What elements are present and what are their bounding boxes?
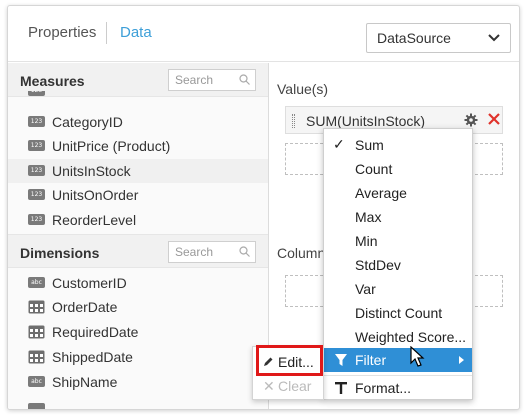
menu-item-label: Count — [355, 161, 393, 177]
fields-list: Measures Search 123 123 CategoryID 123 U… — [8, 63, 268, 409]
number-type-icon: 123 — [28, 189, 45, 200]
measure-item-unitsinstock[interactable]: 123 UnitsInStock — [8, 159, 268, 183]
text-field-icon — [28, 403, 45, 409]
menu-item-max[interactable]: Max — [324, 205, 472, 229]
highlight-annotation — [256, 345, 323, 376]
calendar-icon — [28, 300, 45, 314]
delete-icon[interactable] — [487, 112, 501, 126]
menu-item-average[interactable]: Average — [324, 181, 472, 205]
calendar-icon — [28, 325, 45, 339]
number-type-icon: 123 — [28, 214, 45, 225]
close-icon: ✕ — [263, 378, 275, 394]
tab-data[interactable]: Data — [120, 24, 152, 41]
mouse-cursor-icon — [410, 346, 425, 367]
menu-item-label: Average — [355, 185, 407, 201]
menu-item-label: Max — [355, 209, 382, 225]
field-label: ReorderLevel — [52, 212, 137, 228]
field-label: OrderDate — [52, 299, 118, 315]
filter-clear-button[interactable]: ✕ Clear — [258, 375, 320, 397]
menu-item-label: Format... — [355, 380, 412, 396]
dimension-item-orderdate[interactable]: OrderDate — [8, 295, 268, 319]
number-type-icon: 123 — [28, 91, 45, 96]
field-label: UnitPrice (Product) — [52, 138, 171, 154]
measures-search-placeholder: Search — [175, 73, 214, 87]
text-field-icon: abc — [28, 376, 45, 387]
field-label: RequiredDate — [52, 324, 139, 340]
menu-item-stddev[interactable]: StdDev — [324, 253, 472, 277]
dimensions-header: Dimensions Search — [8, 234, 268, 268]
calendar-icon — [28, 350, 45, 364]
field-label: UnitsOnOrder — [52, 187, 139, 203]
dimension-item-customerid[interactable]: abc CustomerID — [8, 271, 268, 295]
menu-item-filter[interactable]: Filter — [324, 348, 472, 372]
search-icon — [239, 246, 250, 257]
dimension-item-shippeddate[interactable]: ShippedDate — [8, 345, 268, 369]
number-type-icon: 123 — [28, 140, 45, 151]
number-type-icon: 123 — [28, 116, 45, 127]
field-label: ShippedDate — [52, 349, 133, 365]
field-label: CustomerID — [52, 275, 127, 291]
filter-clear-label: Clear — [278, 378, 312, 394]
measure-item-categoryid[interactable]: 123 CategoryID — [8, 110, 268, 134]
number-type-icon: 123 — [28, 165, 45, 176]
menu-item-label: StdDev — [355, 257, 401, 273]
list-item-partial — [8, 397, 268, 409]
measures-search-input[interactable]: Search — [168, 69, 256, 91]
measures-title: Measures — [20, 73, 85, 89]
menu-item-label: Sum — [355, 137, 384, 153]
submenu-arrow-icon — [459, 356, 464, 364]
dimension-item-requireddate[interactable]: RequiredDate — [8, 320, 268, 344]
menu-item-count[interactable]: Count — [324, 157, 472, 181]
menu-item-min[interactable]: Min — [324, 229, 472, 253]
menu-item-label: Var — [355, 281, 376, 297]
menu-item-label: Distinct Count — [355, 305, 443, 321]
list-item-partial: 123 — [8, 91, 268, 101]
filter-icon — [335, 354, 347, 366]
drag-handle-icon[interactable] — [292, 114, 295, 128]
menu-item-label: Filter — [355, 352, 387, 368]
menu-item-sum[interactable]: ✓ Sum — [324, 133, 472, 157]
chevron-down-icon — [488, 34, 500, 42]
datasource-dropdown[interactable]: DataSource — [366, 23, 511, 53]
search-icon — [239, 74, 250, 85]
value-chip-label: SUM(UnitsInStock) — [306, 113, 426, 129]
menu-item-var[interactable]: Var — [324, 277, 472, 301]
measure-item-unitprice[interactable]: 123 UnitPrice (Product) — [8, 134, 268, 158]
menu-item-weighted-score[interactable]: Weighted Score... — [324, 325, 472, 349]
menu-item-distinct-count[interactable]: Distinct Count — [324, 301, 472, 325]
checkmark-icon: ✓ — [333, 136, 345, 152]
dimension-item-shipname[interactable]: abc ShipName — [8, 370, 268, 394]
dimensions-search-placeholder: Search — [175, 245, 214, 259]
menu-item-format[interactable]: Format... — [324, 376, 472, 400]
gear-icon[interactable] — [464, 113, 478, 127]
datasource-value: DataSource — [377, 30, 451, 46]
menu-item-label: Min — [355, 233, 378, 249]
field-label: CategoryID — [52, 114, 123, 130]
tab-divider — [106, 22, 107, 44]
text-format-icon — [335, 382, 347, 394]
dimensions-title: Dimensions — [20, 245, 100, 261]
dimensions-search-input[interactable]: Search — [168, 241, 256, 263]
text-field-icon: abc — [28, 277, 45, 288]
menu-item-label: Weighted Score... — [355, 329, 467, 345]
field-label: UnitsInStock — [52, 163, 131, 179]
aggregation-menu: ✓ Sum Count Average Max Min StdDev Var D… — [323, 128, 473, 400]
tab-properties[interactable]: Properties — [28, 24, 96, 41]
values-zone-label: Value(s) — [277, 81, 329, 97]
measure-item-unitsonorder[interactable]: 123 UnitsOnOrder — [8, 183, 268, 207]
panel-tabs: Properties Data DataSource — [8, 6, 519, 62]
measure-item-reorderlevel[interactable]: 123 ReorderLevel — [8, 208, 268, 232]
field-label: ShipName — [52, 374, 118, 390]
